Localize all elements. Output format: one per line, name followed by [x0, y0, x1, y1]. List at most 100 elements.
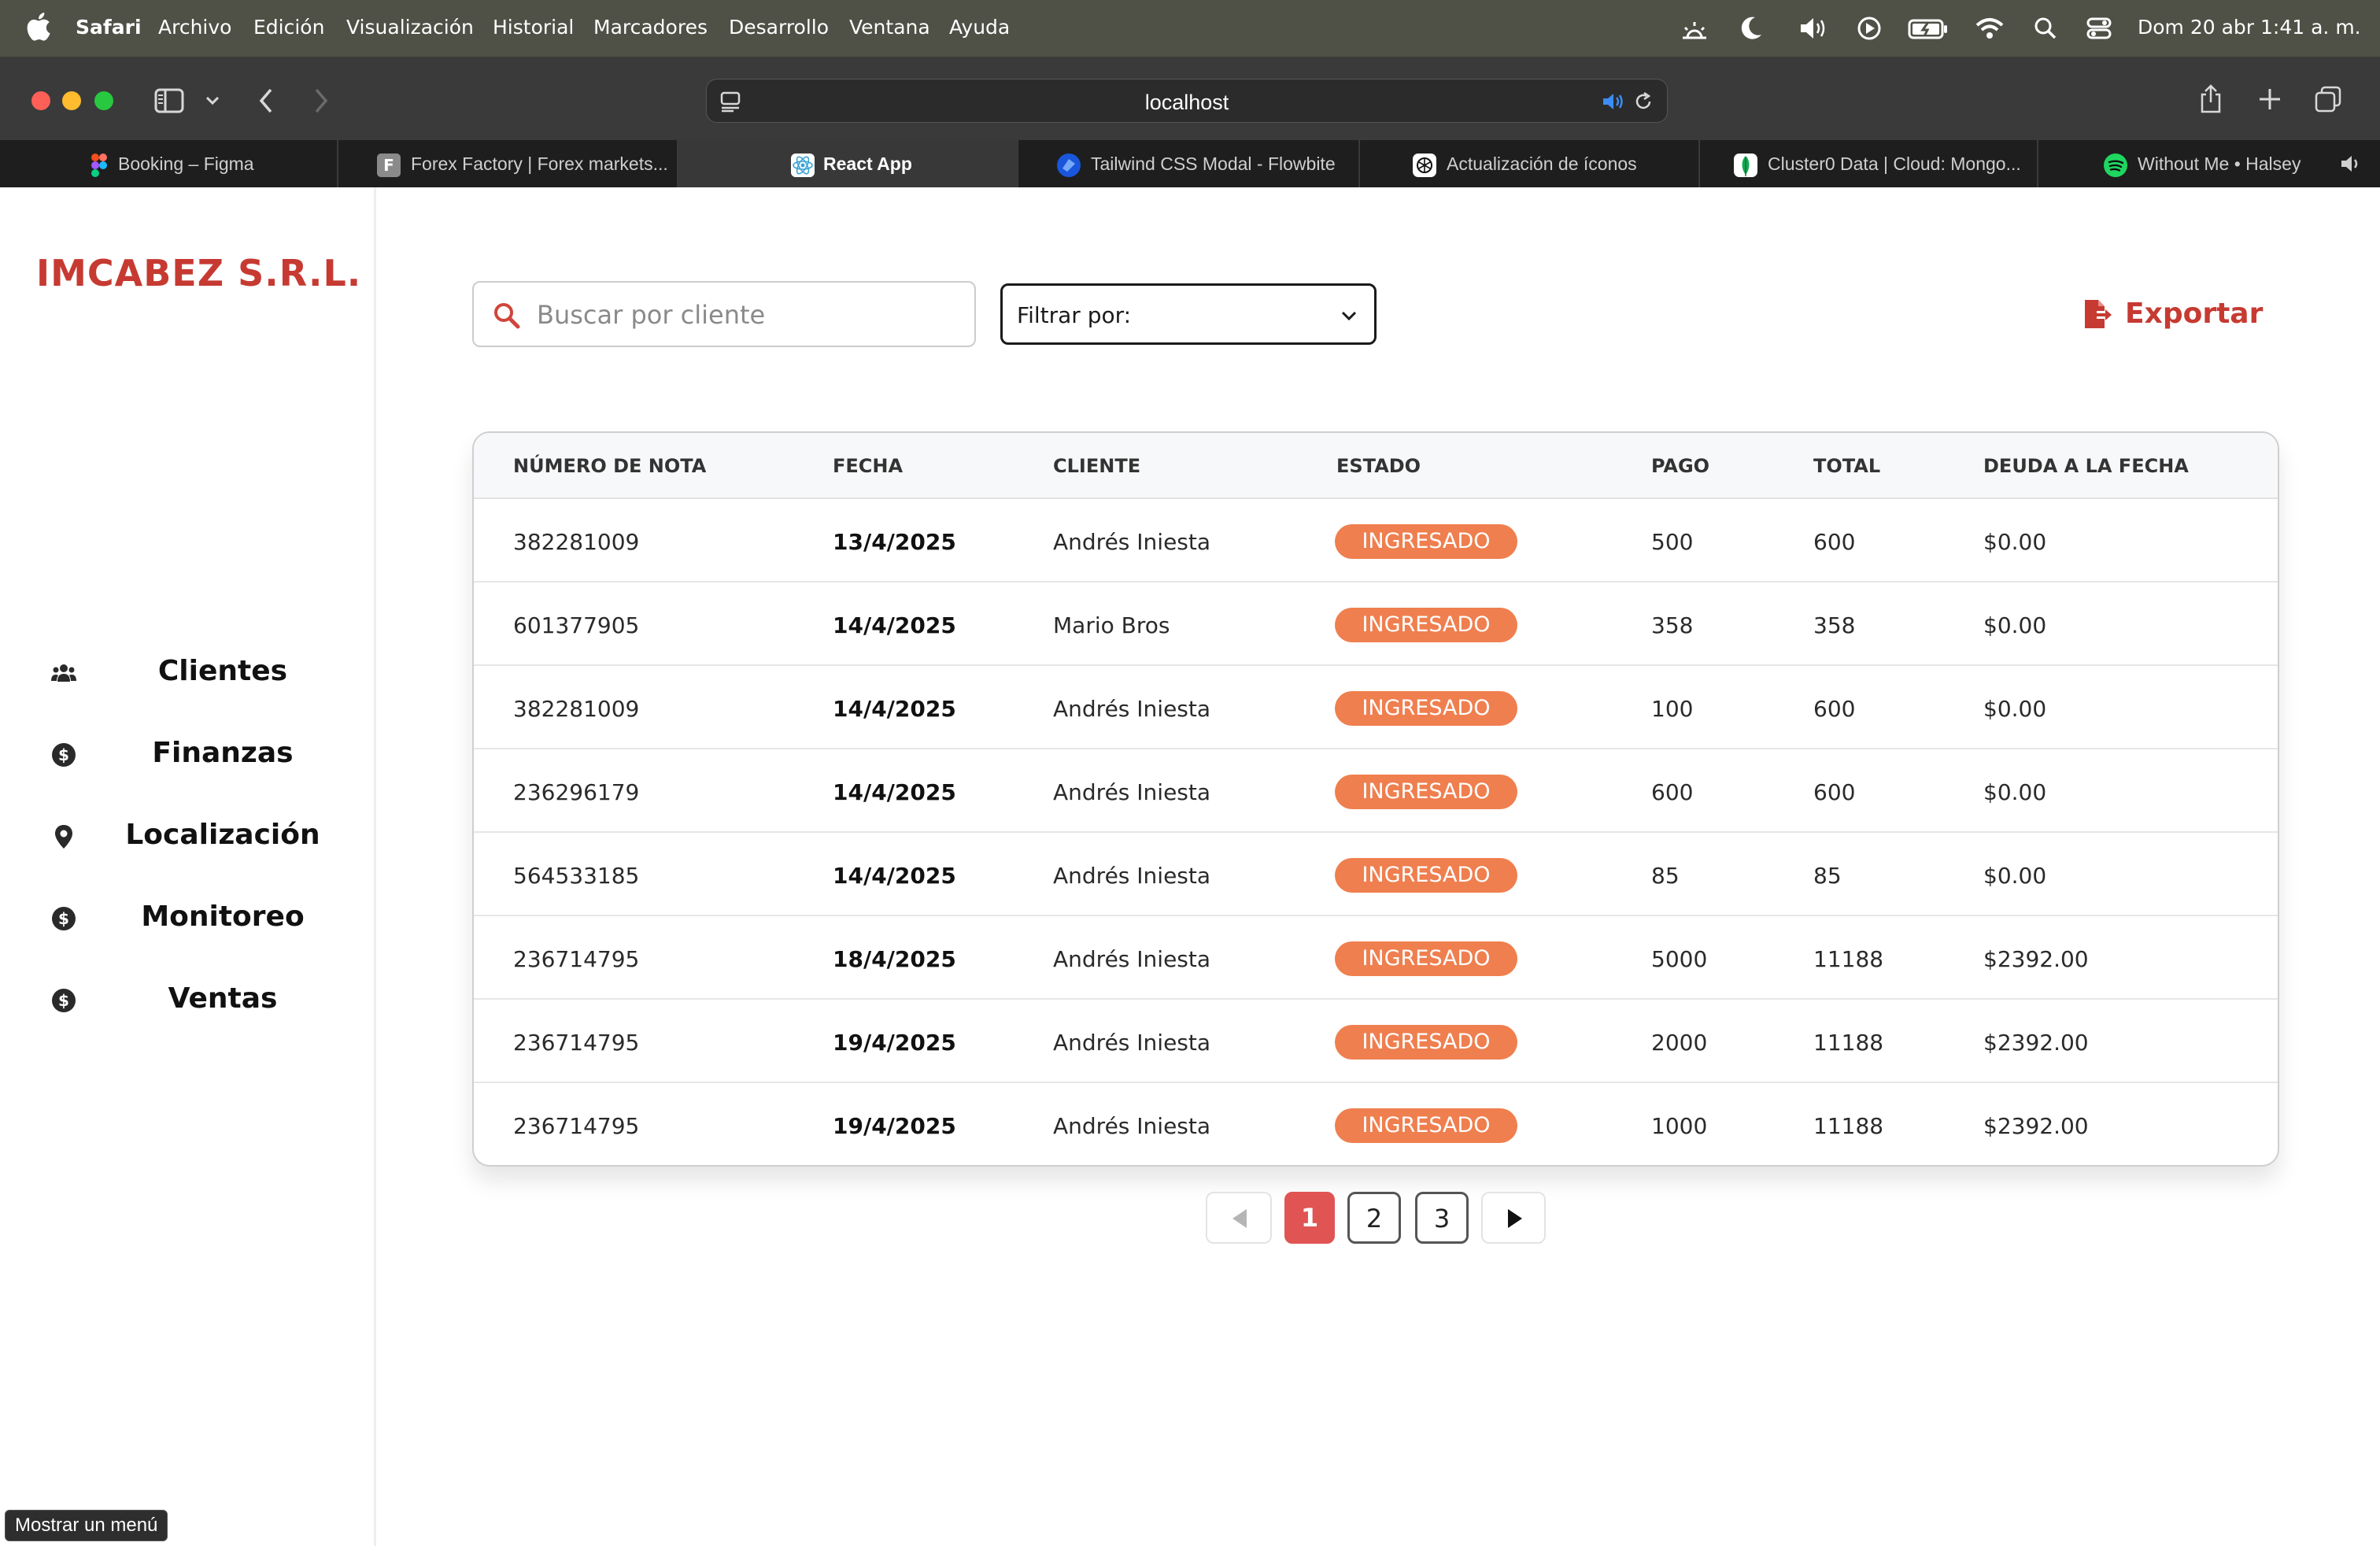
sidebar-toggle-icon[interactable]	[154, 88, 184, 113]
back-arrow-icon[interactable]	[257, 87, 275, 115]
dollar-circle-icon: $	[52, 907, 76, 930]
menu-ayuda[interactable]: Ayuda	[949, 16, 1010, 39]
menu-ventana[interactable]: Ventana	[849, 16, 930, 39]
column-header-total[interactable]: TOTAL	[1813, 455, 1880, 477]
pagination-prev-button[interactable]	[1206, 1192, 1272, 1244]
table-row[interactable]: 382281009 14/4/2025 Andrés Iniesta INGRESAD…	[474, 666, 2278, 749]
cell-numero: 236296179	[513, 779, 640, 805]
column-header-cliente[interactable]: CLIENTE	[1053, 455, 1140, 477]
table-row[interactable]: 564533185 14/4/2025 Andrés Iniesta INGRESAD…	[474, 833, 2278, 916]
map-pin-icon	[55, 825, 72, 849]
cell-pago: 2000	[1651, 1030, 1708, 1056]
tab-audio-icon[interactable]	[2339, 153, 2364, 175]
tab-figma[interactable]: Booking – Figma	[0, 140, 338, 187]
apple-logo-icon[interactable]	[24, 11, 52, 43]
menu-edicion[interactable]: Edición	[253, 16, 324, 39]
status-badge: INGRESADO	[1335, 524, 1517, 559]
menu-historial[interactable]: Historial	[493, 16, 574, 39]
pagination-page-1[interactable]: 1	[1284, 1192, 1335, 1244]
cell-numero: 236714795	[513, 1030, 640, 1056]
cell-numero: 564533185	[513, 863, 640, 889]
address-bar[interactable]: localhost	[706, 79, 1668, 123]
sidebar-item-localizacion[interactable]: Localización	[0, 806, 376, 866]
column-header-numero[interactable]: NÚMERO DE NOTA	[513, 455, 706, 477]
table-row[interactable]: 601377905 14/4/2025 Mario Bros INGRESADO 358…	[474, 583, 2278, 666]
table-row[interactable]: 236714795 18/4/2025 Andrés Iniesta INGRESAD…	[474, 916, 2278, 1000]
table-row[interactable]: 236296179 14/4/2025 Andrés Iniesta INGRESAD…	[474, 749, 2278, 833]
openai-icon	[1413, 153, 1436, 177]
pagination-next-button[interactable]	[1481, 1192, 1546, 1244]
table-row[interactable]: 236714795 19/4/2025 Andrés Iniesta INGRESAD…	[474, 1000, 2278, 1083]
table-row[interactable]: 382281009 13/4/2025 Andrés Iniesta INGRESAD…	[474, 499, 2278, 583]
brightness-icon[interactable]	[1680, 14, 1709, 43]
brand-logo-text[interactable]: IMCABEZ S.R.L.	[36, 252, 361, 294]
volume-icon[interactable]	[1798, 14, 1829, 43]
cell-pago: 500	[1651, 529, 1694, 555]
address-url[interactable]: localhost	[707, 91, 1667, 115]
tab-mongodb[interactable]: Cluster0 Data | Cloud: Mongo...	[1700, 140, 2038, 187]
cell-deuda: $2392.00	[1983, 946, 2089, 972]
tab-flowbite[interactable]: Tailwind CSS Modal - Flowbite	[1018, 140, 1360, 187]
window-minimize-button[interactable]	[62, 91, 81, 110]
column-header-pago[interactable]: PAGO	[1651, 455, 1709, 477]
cell-total: 600	[1813, 779, 1856, 805]
cell-fecha: 18/4/2025	[833, 946, 956, 972]
cell-numero: 382281009	[513, 696, 640, 722]
battery-icon[interactable]	[1908, 14, 1949, 43]
menu-visualizacion[interactable]: Visualización	[346, 16, 474, 39]
menu-archivo[interactable]: Archivo	[158, 16, 231, 39]
sidebar-item-label: Localización	[125, 819, 320, 851]
chevron-down-icon[interactable]	[205, 93, 220, 109]
menu-desarrollo[interactable]: Desarrollo	[729, 16, 829, 39]
filter-select[interactable]: Filtrar por:	[1000, 283, 1377, 345]
app-sidebar: IMCABEZ S.R.L. Clientes $ Finanzas Local…	[0, 187, 376, 1546]
moon-icon[interactable]	[1739, 14, 1765, 43]
menu-app-safari[interactable]: Safari	[76, 16, 142, 39]
search-box[interactable]	[472, 281, 976, 347]
wifi-icon[interactable]	[1974, 14, 2005, 43]
tab-audio-icon[interactable]	[1601, 91, 1624, 113]
menu-tooltip: Mostrar un menú	[5, 1510, 168, 1541]
control-center-icon[interactable]	[2086, 14, 2112, 43]
file-export-icon	[2085, 300, 2112, 328]
status-badge: INGRESADO	[1335, 775, 1517, 809]
cell-pago: 85	[1651, 863, 1680, 889]
spotlight-search-icon[interactable]	[2032, 14, 2059, 43]
column-header-deuda[interactable]: DEUDA A LA FECHA	[1983, 455, 2189, 477]
svg-text:$: $	[58, 991, 69, 1010]
cell-deuda: $0.00	[1983, 696, 2047, 722]
window-close-button[interactable]	[31, 91, 50, 110]
tab-forex-factory[interactable]: F Forex Factory | Forex markets...	[338, 140, 678, 187]
table-row[interactable]: 236714795 19/4/2025 Andrés Iniesta INGRESAD…	[474, 1083, 2278, 1165]
pagination-page-2[interactable]: 2	[1347, 1192, 1401, 1244]
tab-overview-icon[interactable]	[2314, 85, 2342, 113]
cell-deuda: $2392.00	[1983, 1113, 2089, 1139]
reload-icon[interactable]	[1632, 91, 1654, 113]
cell-total: 358	[1813, 612, 1856, 638]
forward-arrow-icon[interactable]	[312, 87, 331, 115]
tab-chatgpt[interactable]: Actualización de íconos	[1360, 140, 1700, 187]
flowbite-icon	[1057, 153, 1081, 177]
menu-marcadores[interactable]: Marcadores	[593, 16, 708, 39]
sidebar-item-clientes[interactable]: Clientes	[0, 642, 376, 702]
cell-pago: 1000	[1651, 1113, 1708, 1139]
new-tab-plus-icon[interactable]	[2257, 87, 2282, 112]
tab-react-app[interactable]: React App	[678, 140, 1018, 187]
tab-spotify[interactable]: Without Me • Halsey	[2038, 140, 2380, 187]
search-input[interactable]	[537, 294, 962, 336]
column-header-estado[interactable]: ESTADO	[1336, 455, 1421, 477]
pagination-page-3[interactable]: 3	[1415, 1192, 1469, 1244]
sidebar-item-monitoreo[interactable]: $ Monitoreo	[0, 888, 376, 948]
export-button[interactable]: Exportar	[2078, 293, 2267, 337]
caret-left-icon	[1232, 1209, 1247, 1228]
sidebar-item-ventas[interactable]: $ Ventas	[0, 970, 376, 1030]
now-playing-icon[interactable]	[1856, 14, 1883, 43]
cell-numero: 236714795	[513, 1113, 640, 1139]
tab-label: React App	[823, 153, 912, 174]
menu-clock[interactable]: Dom 20 abr 1:41 a. m.	[2138, 16, 2361, 39]
column-header-fecha[interactable]: FECHA	[833, 455, 903, 477]
cell-cliente: Andrés Iniesta	[1053, 1113, 1211, 1139]
window-zoom-button[interactable]	[94, 91, 113, 110]
sidebar-item-finanzas[interactable]: $ Finanzas	[0, 724, 376, 784]
share-icon[interactable]	[2199, 83, 2223, 115]
